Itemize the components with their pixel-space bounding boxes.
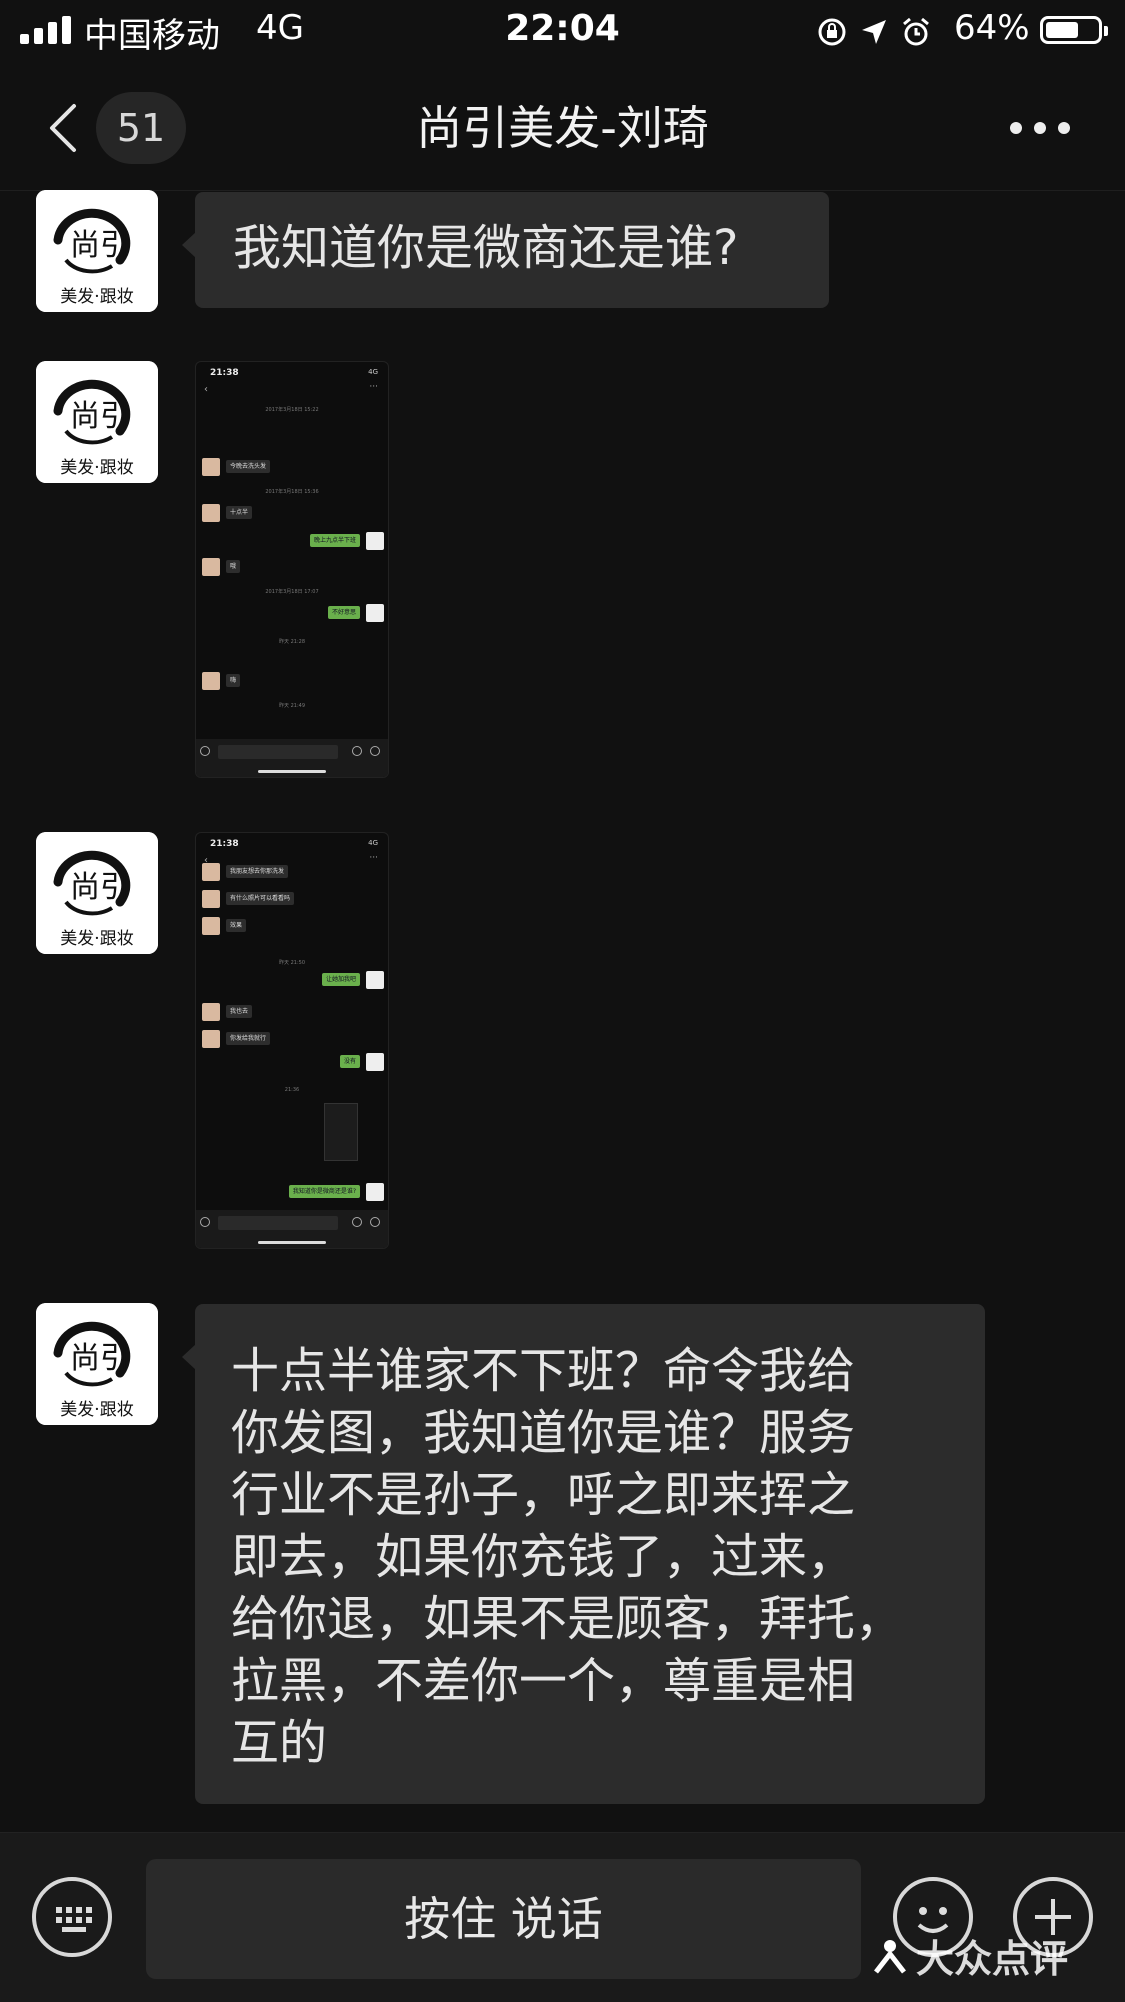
thumb-avatar [202,1030,220,1048]
thumb-message: 让她加我吧 [321,973,360,986]
thumb-image [324,1103,358,1161]
message-bubble[interactable]: 我知道你是微商还是谁? [182,192,829,308]
location-arrow-icon [862,20,886,44]
thumb-timestamp: 昨天 21:50 [279,960,305,966]
avatar-logo-subtext: 美发·跟妆 [60,458,134,478]
thumb-timestamp: 2017年3月18日 15:36 [265,489,319,495]
thumb-input-bar [196,1210,388,1248]
thumb-input-bar [196,739,388,777]
thumb-message: 我也去 [226,1005,253,1018]
chat-title: 尚引美发-刘琦 [416,101,709,155]
contact-avatar[interactable]: 尚引 美发·跟妆 [36,361,158,483]
contact-avatar[interactable]: 尚引 美发·跟妆 [36,832,158,954]
thumb-message: 哦 [226,560,241,573]
alarm-icon [903,17,929,46]
avatar-logo-subtext: 美发·跟妆 [60,1400,134,1420]
thumb-more-icon: ··· [369,853,378,863]
thumb-network: 4G [368,368,378,376]
thumb-message: 十点半 [226,506,253,519]
hold-to-talk-button[interactable]: 按住 说话 [146,1859,861,1979]
thumb-avatar [366,1053,384,1071]
message-bubble[interactable]: 十点半谁家不下班？命令我给 你发图，我知道你是谁？服务 行业不是孙子，呼之即来挥… [182,1304,985,1804]
thumb-time: 21:38 [210,368,239,378]
avatar-logo-text: 尚引 [70,1341,130,1376]
thumb-back-icon: ‹ [204,384,208,395]
thumb-avatar [202,458,220,476]
avatar-logo-text: 尚引 [70,870,130,905]
thumb-timestamp: 2017年3月18日 17:07 [265,589,319,595]
image-message-screenshot[interactable]: 21:38 4G ‹ ··· 我朋友想去你那洗发 有什么照片可以看看吗 效果 昨… [195,832,389,1249]
message-text: 十点半谁家不下班？命令我给 你发图，我知道你是谁？服务 行业不是孙子，呼之即来挥… [231,1343,904,1771]
thumb-timestamp: 昨天 21:28 [279,639,305,645]
thumb-avatar [366,1183,384,1201]
thumb-message: 晚上九点半下班 [309,534,360,547]
thumb-timestamp: 昨天 21:49 [279,703,305,709]
watermark-icon [874,1939,906,1974]
avatar-logo-text: 尚引 [70,228,130,263]
thumb-message: 我朋友想去你那洗发 [226,865,289,878]
thumb-avatar [366,604,384,622]
avatar-logo-subtext: 美发·跟妆 [60,929,134,949]
thumb-avatar [202,863,220,881]
thumb-time: 21:38 [210,839,239,849]
thumb-message: 我知道你是微商还是谁? [288,1185,360,1198]
avatar-logo-text: 尚引 [70,399,130,434]
image-message-screenshot[interactable]: 21:38 4G ‹ ··· 2017年3月18日 15:22 今晚去洗头发 2… [195,361,389,778]
thumb-message: 没有 [339,1055,360,1068]
battery-percent: 64% [954,8,1030,48]
thumb-avatar [202,917,220,935]
thumb-message: 今晚去洗头发 [226,460,271,473]
thumb-avatar [366,532,384,550]
thumb-message: 效果 [226,919,247,932]
watermark-text: 大众点评 [916,1937,1069,1981]
orientation-lock-icon [818,18,846,46]
thumb-avatar [366,971,384,989]
thumb-message: 你发给我就行 [226,1032,271,1045]
thumb-message: 有什么照片可以看看吗 [226,892,295,905]
thumb-avatar [202,890,220,908]
thumb-avatar [202,1003,220,1021]
battery-icon [1040,16,1108,44]
thumb-avatar [202,558,220,576]
keyboard-icon[interactable] [32,1877,112,1957]
thumb-avatar [202,672,220,690]
thumb-network: 4G [368,839,378,847]
contact-avatar[interactable]: 尚引 美发·跟妆 [36,190,158,312]
avatar-logo-subtext: 美发·跟妆 [60,287,134,307]
thumb-timestamp: 21:36 [284,1087,300,1093]
more-dots-icon[interactable] [1010,112,1072,142]
thumb-message: 嗨 [226,674,241,687]
thumb-timestamp: 2017年3月18日 15:22 [265,407,319,413]
chat-header: 51 尚引美发-刘琦 [0,62,1125,191]
thumb-message: 不好意思 [327,606,360,619]
watermark-logo: 大众点评 [870,1928,1068,1983]
thumb-more-icon: ··· [369,382,378,392]
message-text: 我知道你是微商还是谁? [233,220,739,276]
contact-avatar[interactable]: 尚引 美发·跟妆 [36,1303,158,1425]
thumb-avatar [202,504,220,522]
status-bar: 中国移动 4G 22:04 64% [0,0,1125,62]
